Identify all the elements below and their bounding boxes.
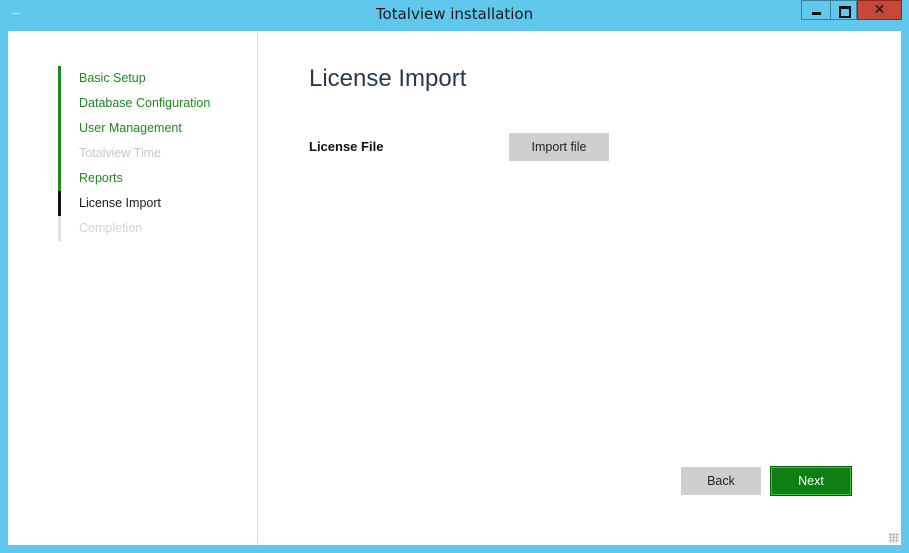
- close-icon: ✕: [873, 2, 886, 18]
- step-totalview-time: Totalview Time: [58, 141, 210, 166]
- main-panel: License Import License File Import file …: [258, 31, 901, 545]
- minimize-icon: [812, 12, 821, 15]
- step-license-import[interactable]: License Import: [58, 191, 210, 216]
- step-user-management[interactable]: User Management: [58, 116, 210, 141]
- maximize-icon: [839, 6, 851, 18]
- step-basic-setup[interactable]: Basic Setup: [58, 66, 210, 91]
- step-completion: Completion: [58, 216, 210, 241]
- steps-list: Basic Setup Database Configuration User …: [58, 66, 210, 241]
- close-button[interactable]: ✕: [857, 0, 902, 20]
- import-file-button[interactable]: Import file: [509, 133, 609, 161]
- minimize-button[interactable]: [801, 0, 830, 20]
- page-title: License Import: [309, 65, 467, 92]
- step-database-configuration[interactable]: Database Configuration: [58, 91, 210, 116]
- installer-window: ~·· Totalview installation ✕ Basic Setup…: [0, 0, 909, 553]
- license-file-label: License File: [309, 139, 384, 154]
- steps-sidebar: Basic Setup Database Configuration User …: [8, 31, 258, 545]
- maximize-button[interactable]: [830, 0, 857, 20]
- resize-grip-icon[interactable]: [889, 533, 899, 543]
- client-area: Basic Setup Database Configuration User …: [8, 31, 901, 545]
- step-reports[interactable]: Reports: [58, 166, 210, 191]
- next-button[interactable]: Next: [770, 466, 852, 496]
- back-button[interactable]: Back: [681, 467, 761, 495]
- title-bar[interactable]: ~·· Totalview installation ✕: [0, 0, 909, 31]
- window-title: Totalview installation: [375, 5, 534, 23]
